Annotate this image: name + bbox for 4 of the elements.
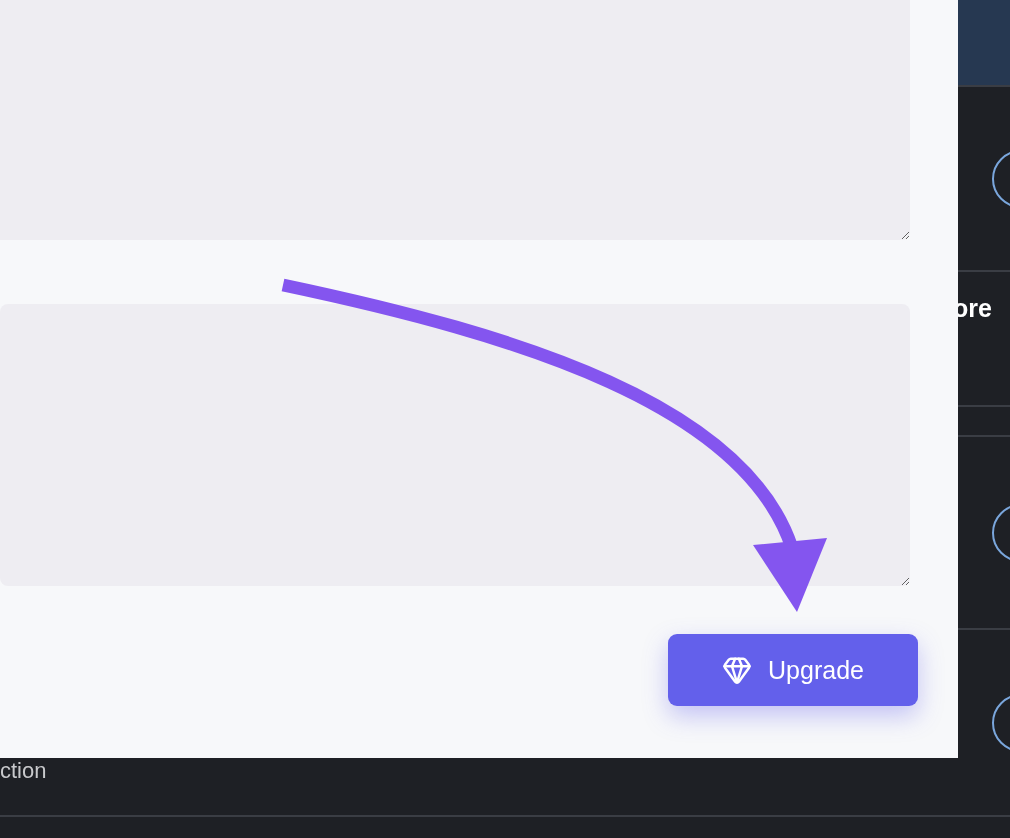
caption-text: ction [0,758,47,784]
text-area[interactable] [0,304,910,586]
upgrade-button[interactable]: Upgrade [668,634,918,706]
diamond-icon [722,655,753,685]
